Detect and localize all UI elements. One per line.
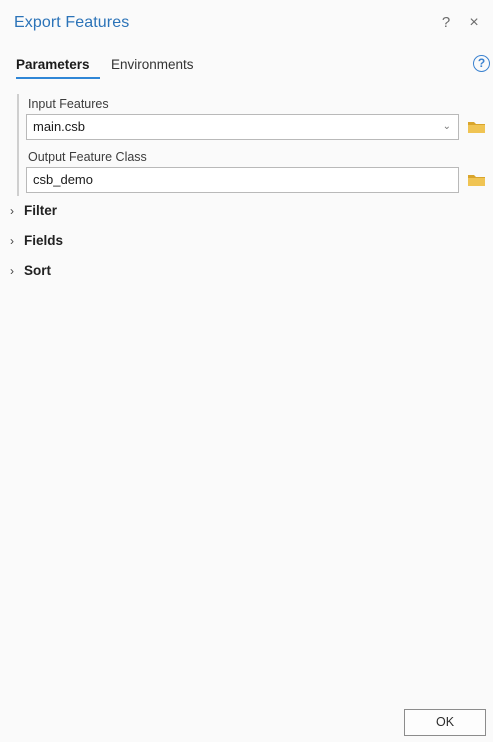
- tool-help-icon[interactable]: ?: [473, 55, 490, 72]
- chevron-right-icon: ›: [10, 204, 14, 218]
- output-feature-class-label: Output Feature Class: [28, 150, 147, 164]
- geoprocessing-pane: Export Features ? × Parameters Environme…: [0, 0, 493, 742]
- input-features-dropdown[interactable]: main.csb ⌄: [26, 114, 459, 140]
- input-features-value: main.csb: [33, 119, 86, 134]
- close-button[interactable]: ×: [465, 12, 483, 34]
- chevron-right-icon: ›: [10, 234, 14, 248]
- browse-folder-icon[interactable]: [467, 120, 486, 134]
- fields-section-label: Fields: [24, 233, 64, 248]
- input-features-label: Input Features: [28, 97, 109, 111]
- tab-environments[interactable]: Environments: [111, 57, 194, 73]
- chevron-down-icon[interactable]: ⌄: [443, 115, 451, 139]
- pane-title: Export Features: [14, 14, 130, 31]
- browse-folder-icon[interactable]: [467, 173, 486, 187]
- filter-section-label: Filter: [24, 203, 58, 218]
- tab-parameters[interactable]: Parameters: [16, 57, 90, 73]
- sort-section-toggle[interactable]: › Sort: [10, 263, 51, 283]
- ok-button[interactable]: OK: [404, 709, 486, 736]
- output-feature-class-value: csb_demo: [33, 172, 93, 187]
- active-tab-indicator: [16, 77, 100, 79]
- fields-section-toggle[interactable]: › Fields: [10, 233, 63, 253]
- sort-section-label: Sort: [24, 263, 51, 278]
- help-button[interactable]: ?: [437, 12, 455, 34]
- filter-section-toggle[interactable]: › Filter: [10, 203, 57, 223]
- chevron-right-icon: ›: [10, 264, 14, 278]
- parameter-group-bar: [17, 94, 19, 196]
- output-feature-class-input[interactable]: csb_demo: [26, 167, 459, 193]
